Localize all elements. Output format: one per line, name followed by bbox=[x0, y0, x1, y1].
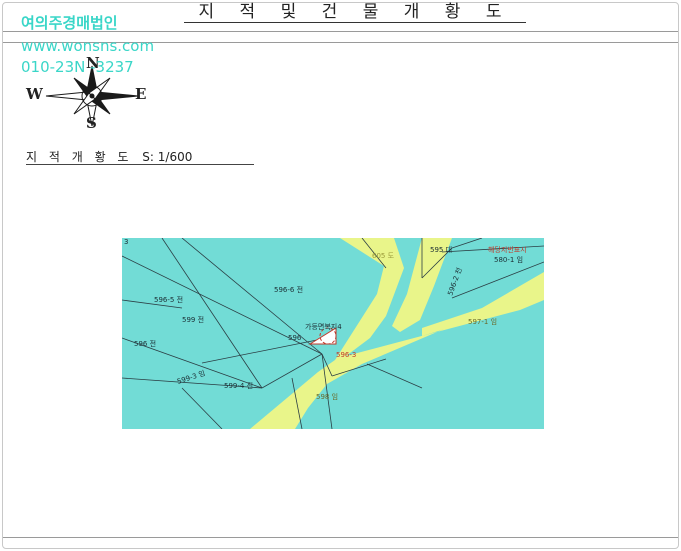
label-598: 598 임 bbox=[316, 393, 338, 401]
label-595: 595 대 bbox=[430, 246, 452, 254]
label-left-top: 3 bbox=[124, 238, 128, 246]
label-596-5: 596-5 전 bbox=[154, 295, 183, 304]
compass-south-label: S bbox=[86, 114, 97, 132]
label-605: 605 도 bbox=[372, 252, 395, 260]
document-title: 지 적 및 건 물 개 황 도 bbox=[198, 2, 512, 22]
label-subject-title: 가등면복지4 bbox=[305, 322, 342, 331]
compass-east-label: E bbox=[135, 85, 147, 103]
label-580-1: 580-1 임 bbox=[494, 256, 523, 264]
scale-label-prefix: 지 적 개 황 도 bbox=[26, 150, 133, 164]
label-596: 596 전 bbox=[134, 339, 156, 348]
scale-value: S: 1/600 bbox=[142, 150, 193, 164]
label-red-corner: 해당지번표시 bbox=[488, 245, 527, 254]
label-596-small: 596 bbox=[288, 334, 302, 342]
label-subject: 596-3 bbox=[336, 351, 356, 359]
footer-rule bbox=[3, 537, 678, 538]
watermark-website: www.wonsns.com bbox=[21, 37, 155, 55]
scale-label: 지 적 개 황 도 S: 1/600 bbox=[26, 150, 254, 164]
compass-west-label: W bbox=[26, 85, 43, 103]
label-597-1: 597-1 임 bbox=[468, 318, 497, 326]
label-596-6: 596-6 전 bbox=[274, 285, 303, 294]
cadastral-map-svg: 595 대 605 도 580-1 임 596-6 전 596-5 전 599 … bbox=[121, 237, 545, 430]
cadastral-map: 595 대 605 도 580-1 임 596-6 전 596-5 전 599 … bbox=[121, 237, 545, 430]
label-599: 599 전 bbox=[182, 315, 204, 324]
scale-underline bbox=[26, 164, 254, 165]
title-underline bbox=[184, 22, 526, 23]
label-599-4: 599-4 전 bbox=[224, 381, 253, 390]
watermark-phone: 010-23N -3237 bbox=[21, 58, 134, 76]
watermark-company: 여의주경매법인 bbox=[21, 14, 118, 32]
